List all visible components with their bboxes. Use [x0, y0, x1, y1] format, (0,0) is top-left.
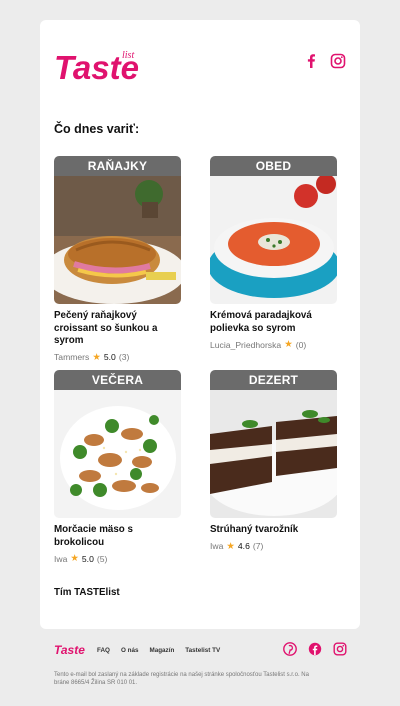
footer-link-tv[interactable]: Tastelist TV [185, 647, 220, 654]
recipe-photo[interactable] [210, 390, 337, 518]
category-label: RAŇAJKY [54, 156, 181, 176]
category-label: OBED [210, 156, 337, 176]
recipe-author: Iwa [54, 553, 68, 564]
category-label: DEZERT [210, 370, 337, 390]
recipe-author: Iwa [210, 541, 224, 551]
recipe-rating: 4.6 [237, 541, 250, 551]
facebook-icon[interactable] [304, 53, 318, 69]
recipe-meta: Tammers ★ 5.0 (3) [54, 352, 181, 363]
recipe-photo[interactable] [54, 390, 181, 518]
recipe-meta: Iwa ★ 4.6 (7) [210, 541, 337, 552]
recipe-card[interactable]: VEČERA Morčacie mäso s brokolicou Iwa ★ … [54, 370, 181, 564]
recipe-rating: 5.0 [103, 352, 116, 362]
recipe-rating-count: (3) [118, 352, 130, 362]
header-social [304, 53, 346, 69]
recipe-meta: Lucia_Priedhorska ★ (0) [210, 339, 337, 350]
email-card: Taste list Čo dnes variť: RAŇAJKY Pečený… [40, 20, 360, 629]
pinterest-icon[interactable] [283, 642, 297, 656]
recipe-rating-count: (0) [295, 339, 307, 350]
recipe-rating: 5.0 [81, 553, 94, 564]
recipe-title[interactable]: Pečený raňajkový croissant so šunkou a s… [54, 310, 181, 348]
recipe-card[interactable]: OBED Krémová paradajková polievka so syr… [210, 156, 337, 350]
footer-link-magazine[interactable]: Magazín [149, 647, 174, 654]
recipe-title[interactable]: Strúhaný tvarožník [210, 524, 337, 537]
recipe-meta: Iwa ★ 5.0 (5) [54, 553, 181, 564]
star-icon: ★ [226, 540, 235, 552]
recipe-author: Tammers [54, 352, 90, 362]
svg-text:Taste: Taste [54, 643, 85, 656]
recipe-photo[interactable] [210, 176, 337, 304]
footer-link-faq[interactable]: FAQ [97, 647, 110, 654]
instagram-icon[interactable] [330, 53, 346, 69]
footer-link-about[interactable]: O nás [121, 647, 139, 654]
recipe-card[interactable]: RAŇAJKY Pečený raňajkový croissant so šu… [54, 156, 181, 363]
footer-disclaimer: Tento e-mail bol zaslaný na základe regi… [54, 672, 309, 686]
recipe-title[interactable]: Krémová paradajková polievka so syrom [210, 310, 337, 335]
recipe-card[interactable]: DEZERT Strúhaný tvarožník Iwa ★ 4.6 (7) [210, 370, 337, 552]
category-label: VEČERA [54, 370, 181, 390]
footer-social [283, 642, 347, 656]
footer-logo[interactable]: Taste [54, 642, 86, 656]
signature: Tím TASTElist [54, 587, 120, 598]
recipe-author: Lucia_Priedhorska [210, 339, 282, 350]
instagram-icon[interactable] [333, 642, 347, 656]
recipe-rating-count: (5) [96, 553, 108, 564]
star-icon: ★ [70, 553, 79, 564]
recipe-title[interactable]: Morčacie mäso s brokolicou [54, 524, 181, 549]
logo-sub: list [122, 50, 134, 61]
star-icon: ★ [284, 339, 293, 350]
tastelist-logo[interactable]: Taste list [54, 48, 148, 86]
footer-links: FAQ O nás Magazín Tastelist TV [97, 647, 220, 654]
recipe-photo[interactable] [54, 176, 181, 304]
recipe-rating-count: (7) [252, 541, 264, 551]
star-icon: ★ [92, 351, 101, 363]
facebook-icon[interactable] [308, 642, 322, 656]
section-heading: Čo dnes variť: [54, 122, 140, 136]
